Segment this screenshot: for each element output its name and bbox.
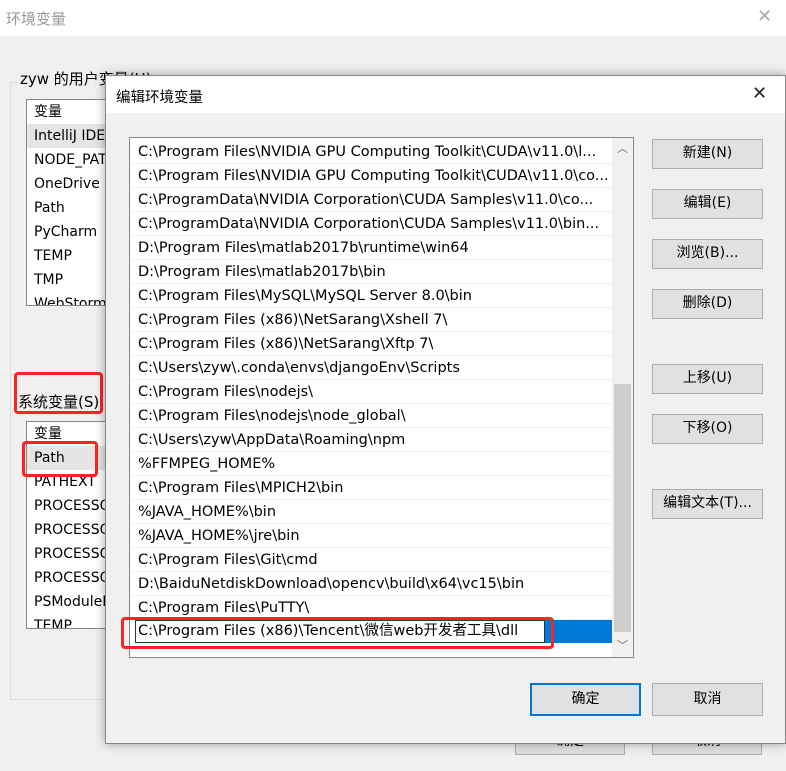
path-row[interactable]: C:\ProgramData\NVIDIA Corporation\CUDA S… — [130, 212, 613, 236]
path-row[interactable]: D:\Program Files\matlab2017b\bin — [130, 260, 613, 284]
dialog-titlebar: 编辑环境变量 ✕ — [106, 76, 785, 113]
chevron-down-icon[interactable]: ﹀ — [617, 637, 628, 653]
path-row[interactable]: C:\Program Files (x86)\NetSarang\Xftp 7\ — [130, 332, 613, 356]
path-row[interactable]: %JAVA_HOME%\jre\bin — [130, 524, 613, 548]
path-row[interactable]: C:\ProgramData\NVIDIA Corporation\CUDA S… — [130, 188, 613, 212]
edit-button[interactable]: 编辑(E) — [652, 189, 763, 219]
path-row[interactable]: C:\Users\zyw\AppData\Roaming\npm — [130, 428, 613, 452]
path-row[interactable]: C:\Program Files\NVIDIA GPU Computing To… — [130, 164, 613, 188]
selection-highlight — [545, 620, 613, 643]
path-row[interactable]: C:\Users\zyw\.conda\envs\djangoEnv\Scrip… — [130, 356, 613, 380]
path-row[interactable]: %FFMPEG_HOME% — [130, 452, 613, 476]
browse-button[interactable]: 浏览(B)... — [652, 239, 763, 269]
new-button[interactable]: 新建(N) — [652, 139, 763, 169]
path-row[interactable]: C:\Program Files\nodejs\node_global\ — [130, 404, 613, 428]
edit-text-button[interactable]: 编辑文本(T)... — [652, 489, 763, 519]
path-row[interactable]: C:\Program Files\MySQL\MySQL Server 8.0\… — [130, 284, 613, 308]
move-down-button[interactable]: 下移(O) — [652, 414, 763, 444]
close-icon[interactable]: ✕ — [757, 6, 772, 27]
scrollbar-thumb[interactable] — [614, 384, 631, 632]
env-window-titlebar: 环境变量 ✕ — [0, 0, 786, 36]
move-up-button[interactable]: 上移(U) — [652, 364, 763, 394]
highlight-box — [121, 617, 554, 649]
path-row[interactable]: D:\Program Files\matlab2017b\runtime\win… — [130, 236, 613, 260]
cancel-button[interactable]: 取消 — [652, 683, 763, 716]
path-list[interactable]: C:\Program Files\NVIDIA GPU Computing To… — [129, 137, 634, 658]
path-row[interactable]: D:\BaiduNetdiskDownload\opencv\build\x64… — [130, 572, 613, 596]
edit-env-dialog: 编辑环境变量 ✕ C:\Program Files\NVIDIA GPU Com… — [105, 75, 786, 744]
path-row[interactable]: C:\Program Files\nodejs\ — [130, 380, 613, 404]
env-window-title: 环境变量 — [6, 10, 67, 28]
path-row[interactable]: C:\Program Files\MPICH2\bin — [130, 476, 613, 500]
dialog-title: 编辑环境变量 — [116, 90, 203, 106]
highlight-box — [14, 372, 103, 414]
highlight-box — [22, 441, 98, 477]
scrollbar[interactable]: ︿ ﹀ — [612, 138, 633, 657]
path-row[interactable]: C:\Program Files (x86)\NetSarang\Xshell … — [130, 308, 613, 332]
ok-button[interactable]: 确定 — [530, 683, 641, 716]
close-icon[interactable]: ✕ — [752, 83, 767, 104]
chevron-up-icon[interactable]: ︿ — [617, 140, 628, 156]
delete-button[interactable]: 删除(D) — [652, 289, 763, 319]
path-row[interactable]: %JAVA_HOME%\bin — [130, 500, 613, 524]
path-row[interactable]: C:\Program Files\Git\cmd — [130, 548, 613, 572]
path-row[interactable]: C:\Program Files\NVIDIA GPU Computing To… — [130, 140, 613, 164]
